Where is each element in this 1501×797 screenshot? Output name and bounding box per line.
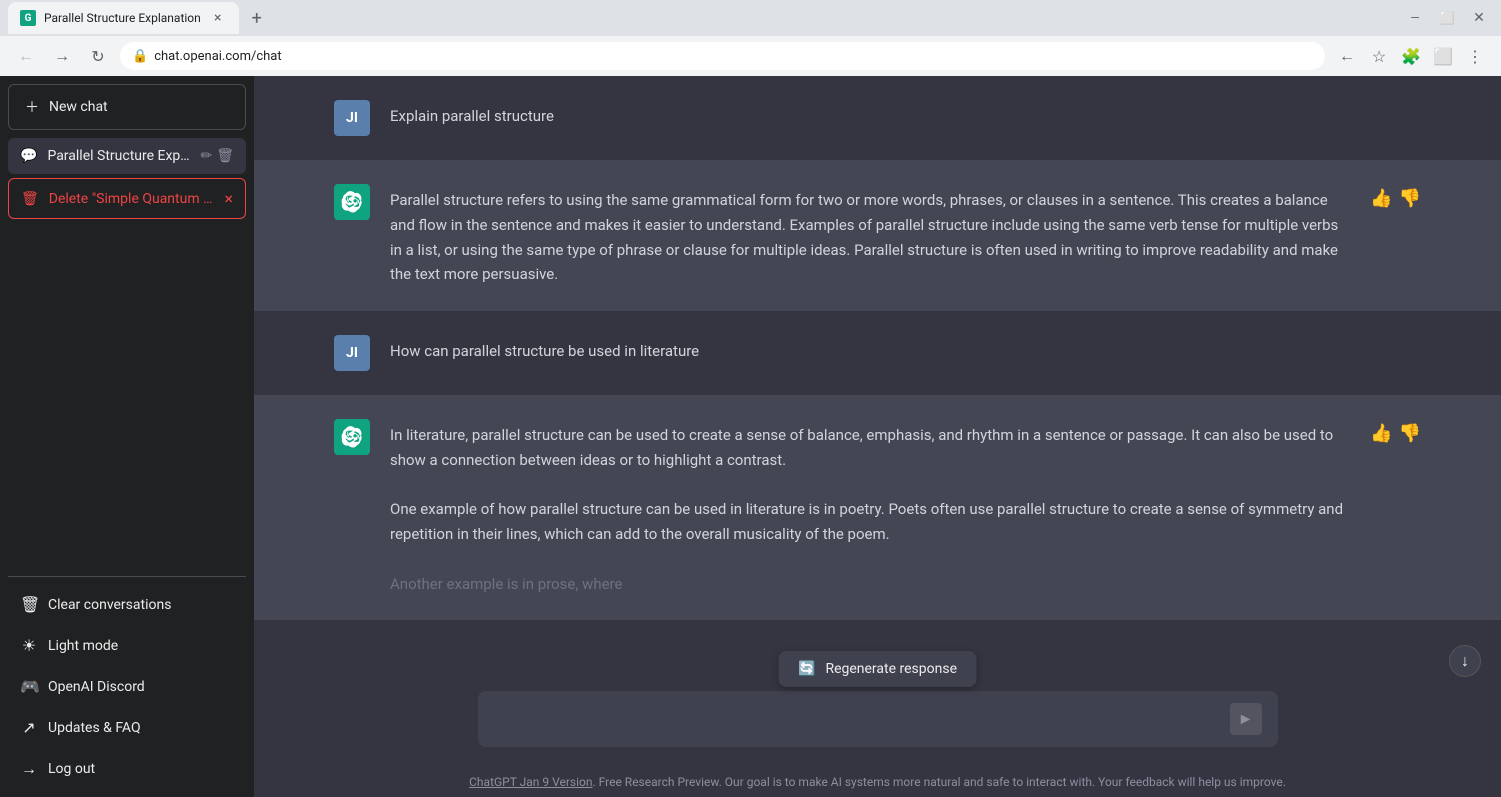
delete-close-icon[interactable]: × xyxy=(224,189,233,208)
new-chat-label: New chat xyxy=(49,99,108,115)
chat-item-actions: ✏ 🗑 xyxy=(200,148,234,164)
back-button[interactable]: ← xyxy=(12,42,40,70)
ai-message-actions-2: 👍 👎 xyxy=(1370,419,1421,444)
chat-item-title: Parallel Structure Expla xyxy=(47,148,190,164)
regenerate-label: Regenerate response xyxy=(825,661,957,677)
user-message-1: JI Explain parallel structure xyxy=(254,76,1501,160)
logout-icon: → xyxy=(20,759,38,779)
star-icon[interactable]: ☆ xyxy=(1365,42,1393,70)
thumbs-up-button-1[interactable]: 👍 xyxy=(1370,188,1392,209)
sidebar: ＋ New chat 💬 Parallel Structure Expla ✏ … xyxy=(0,76,254,797)
tab-close-button[interactable]: × xyxy=(209,9,227,27)
discord-icon: 🎮 xyxy=(20,677,38,696)
new-chat-button[interactable]: ＋ New chat xyxy=(8,84,246,130)
chat-history-item[interactable]: 💬 Parallel Structure Expla ✏ 🗑 xyxy=(8,138,246,174)
ai-message-actions-1: 👍 👎 xyxy=(1370,184,1421,209)
regenerate-icon: 🔄 xyxy=(798,661,815,677)
delete-icon: 🗑 xyxy=(21,191,39,207)
close-window-button[interactable]: ✕ xyxy=(1465,4,1493,32)
url-text: chat.openai.com/chat xyxy=(154,49,281,64)
light-mode-label: Light mode xyxy=(48,638,118,654)
minimize-button[interactable]: — xyxy=(1401,4,1429,32)
sidebar-logout[interactable]: → Log out xyxy=(8,749,246,789)
menu-icon[interactable]: ⋮ xyxy=(1461,42,1489,70)
regenerate-popup[interactable]: 🔄 Regenerate response xyxy=(778,651,977,687)
external-link-icon: ↗ xyxy=(20,718,38,737)
back-nav-icon[interactable]: ← xyxy=(1333,42,1361,70)
ai-message-1: Parallel structure refers to using the s… xyxy=(254,160,1501,311)
footer-link[interactable]: ChatGPT Jan 9 Version xyxy=(469,775,592,789)
scroll-down-button[interactable]: ↓ xyxy=(1449,645,1481,677)
main-content: JI Explain parallel structure Parallel s… xyxy=(254,76,1501,797)
user-message-content-2: How can parallel structure be used in li… xyxy=(390,335,1421,364)
send-button[interactable]: ► xyxy=(1230,703,1262,735)
tab-title: Parallel Structure Explanation xyxy=(44,11,201,25)
logout-label: Log out xyxy=(48,761,95,777)
address-bar[interactable]: 🔒 chat.openai.com/chat xyxy=(120,42,1325,70)
thumbs-down-button-2[interactable]: 👎 xyxy=(1399,423,1421,444)
delete-confirm-item[interactable]: 🗑 Delete "Simple Quantum Com × xyxy=(8,178,246,219)
delete-item-label: Delete "Simple Quantum Com xyxy=(49,191,215,207)
plus-icon: ＋ xyxy=(25,97,39,117)
sun-icon: ☀ xyxy=(20,636,38,655)
user-avatar-1: JI xyxy=(334,100,370,136)
nav-actions: ← ☆ 🧩 ⬜ ⋮ xyxy=(1333,42,1489,70)
user-message-content-1: Explain parallel structure xyxy=(390,100,1421,129)
faq-label: Updates & FAQ xyxy=(48,720,141,736)
discord-label: OpenAI Discord xyxy=(48,679,145,695)
forward-button[interactable]: → xyxy=(48,42,76,70)
user-message-2: JI How can parallel structure be used in… xyxy=(254,311,1501,395)
ai-message-content-2: In literature, parallel structure can be… xyxy=(390,419,1350,596)
chat-history: 💬 Parallel Structure Expla ✏ 🗑 🗑 Delete … xyxy=(8,134,246,576)
ai-message-content-1: Parallel structure refers to using the s… xyxy=(390,184,1350,287)
app: ＋ New chat 💬 Parallel Structure Expla ✏ … xyxy=(0,76,1501,797)
sidebar-light-mode[interactable]: ☀ Light mode xyxy=(8,626,246,665)
ai-avatar-1 xyxy=(334,184,370,220)
sidebar-bottom: 🗑 Clear conversations ☀ Light mode 🎮 Ope… xyxy=(8,576,246,789)
tab-bar: G Parallel Structure Explanation × + — ⬜… xyxy=(0,0,1501,36)
reload-button[interactable]: ↻ xyxy=(84,42,112,70)
clear-conversations-label: Clear conversations xyxy=(48,597,171,613)
browser-chrome: G Parallel Structure Explanation × + — ⬜… xyxy=(0,0,1501,76)
edit-chat-button[interactable]: ✏ xyxy=(200,148,212,164)
sidebar-discord[interactable]: 🎮 OpenAI Discord xyxy=(8,667,246,706)
chat-input[interactable] xyxy=(494,707,1222,731)
trash-icon: 🗑 xyxy=(20,595,38,614)
input-wrapper: ► xyxy=(478,691,1278,747)
footer: ChatGPT Jan 9 Version. Free Research Pre… xyxy=(254,767,1501,797)
thumbs-down-button-1[interactable]: 👎 xyxy=(1399,188,1421,209)
nav-bar: ← → ↻ 🔒 chat.openai.com/chat ← ☆ 🧩 ⬜ ⋮ xyxy=(0,36,1501,76)
split-view-icon[interactable]: ⬜ xyxy=(1429,42,1457,70)
ai-avatar-2 xyxy=(334,419,370,455)
footer-text: . Free Research Preview. Our goal is to … xyxy=(593,775,1286,789)
thumbs-up-button-2[interactable]: 👍 xyxy=(1370,423,1392,444)
user-avatar-2: JI xyxy=(334,335,370,371)
chat-icon: 💬 xyxy=(20,148,37,164)
delete-chat-button[interactable]: 🗑 xyxy=(216,148,234,164)
sidebar-clear-conversations[interactable]: 🗑 Clear conversations xyxy=(8,585,246,624)
input-area: 🔄 Regenerate response ► ↓ xyxy=(254,679,1501,767)
restore-button[interactable]: ⬜ xyxy=(1433,4,1461,32)
active-tab[interactable]: G Parallel Structure Explanation × xyxy=(8,2,239,34)
new-tab-button[interactable]: + xyxy=(243,4,271,32)
ai-message-2: In literature, parallel structure can be… xyxy=(254,395,1501,620)
lock-icon: 🔒 xyxy=(132,49,148,64)
tab-favicon: G xyxy=(20,10,36,26)
extensions-icon[interactable]: 🧩 xyxy=(1397,42,1425,70)
sidebar-faq[interactable]: ↗ Updates & FAQ xyxy=(8,708,246,747)
chat-messages: JI Explain parallel structure Parallel s… xyxy=(254,76,1501,679)
